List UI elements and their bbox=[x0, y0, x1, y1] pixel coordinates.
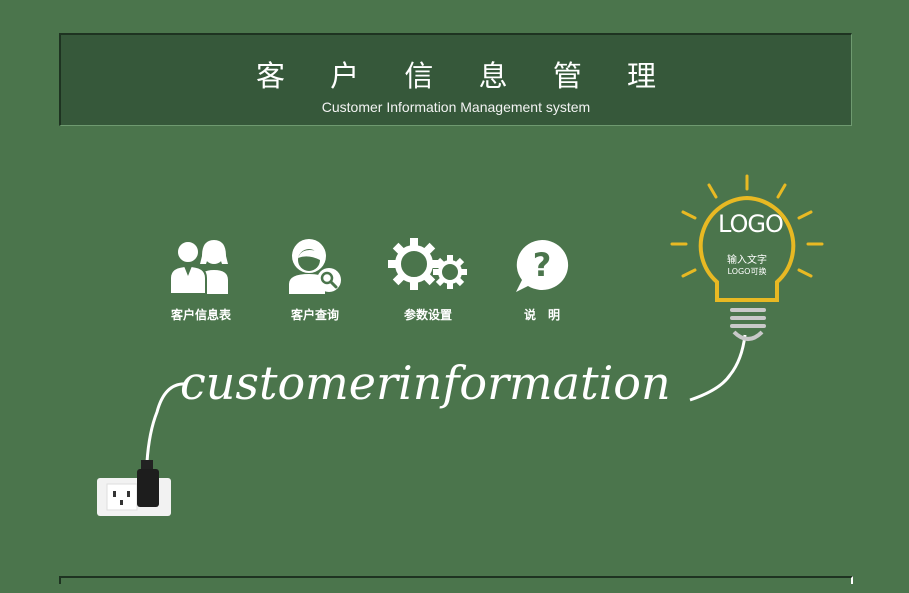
page-title: 客 户 信 息 管 理 bbox=[255, 59, 675, 93]
menu-instructions[interactable]: ? 说 明 bbox=[492, 234, 592, 323]
user-search-icon bbox=[289, 239, 341, 294]
menu-label: 客户查询 bbox=[290, 308, 339, 322]
header-banner: 客 户 信 息 管 理 Customer Information Managem… bbox=[59, 33, 852, 126]
svg-text:?: ? bbox=[533, 246, 552, 284]
menu-customer-info-table[interactable]: 客户信息表 bbox=[151, 234, 251, 323]
bulb-logo-text: LOGO bbox=[718, 210, 784, 238]
menu-label: 说 明 bbox=[523, 308, 560, 322]
menu-label: 参数设置 bbox=[403, 308, 452, 322]
cursive-slogan: customerinformation bbox=[180, 356, 671, 410]
menu-parameter-settings[interactable]: 参数设置 bbox=[378, 234, 478, 323]
page-subtitle: Customer Information Management system bbox=[321, 99, 591, 115]
menu-customer-query[interactable]: 客户查询 bbox=[265, 234, 365, 323]
bulb-text-line2: LOGO可换 bbox=[727, 267, 767, 276]
bulb-text-line1: 输入文字 bbox=[727, 255, 767, 266]
menu-label: 客户信息表 bbox=[170, 308, 231, 322]
footer-divider bbox=[59, 576, 853, 584]
gears-icon bbox=[388, 238, 467, 290]
question-bubble-icon: ? bbox=[516, 239, 569, 292]
users-icon bbox=[169, 240, 228, 294]
